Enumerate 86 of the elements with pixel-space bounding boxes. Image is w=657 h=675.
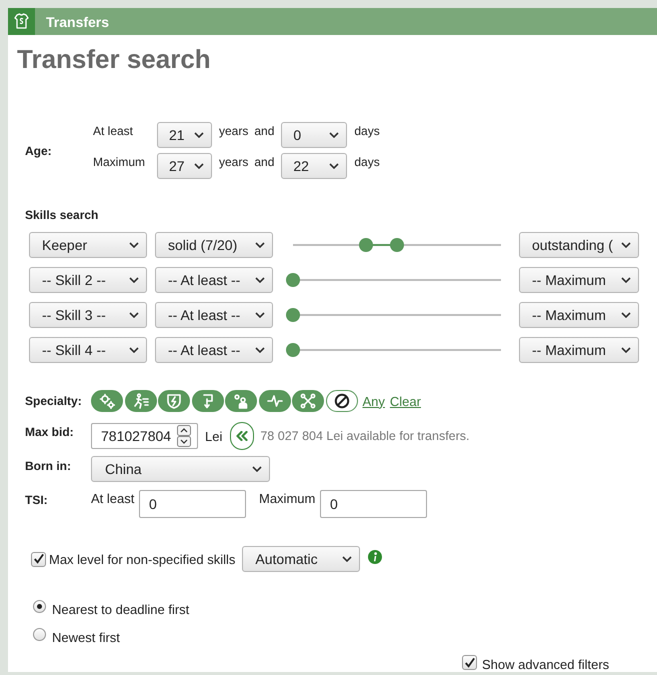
chevron-down-icon	[621, 242, 631, 248]
skills-search-title: Skills search	[24, 208, 100, 222]
max-level-dropdown[interactable]: Automatic	[242, 546, 360, 572]
skill-dropdown[interactable]: -- Skill 4 --	[29, 337, 147, 363]
skill-dropdown[interactable]: Keeper	[29, 232, 147, 258]
ban-icon	[334, 393, 350, 409]
chevron-down-icon	[255, 242, 265, 248]
lightning-shield-icon	[166, 393, 182, 409]
chevron-down-icon	[255, 277, 265, 283]
double-chevron-left-icon	[236, 431, 248, 441]
checkbox[interactable]	[462, 655, 477, 670]
minimum-level-dropdown[interactable]: -- At least --	[155, 267, 273, 293]
info-icon[interactable]	[368, 550, 382, 564]
cogs-icon	[99, 393, 115, 409]
chevron-down-icon	[329, 163, 340, 169]
radio-button[interactable]	[33, 628, 46, 641]
chevron-down-icon	[194, 132, 204, 138]
chevron-down-icon	[621, 347, 631, 353]
max-level-label: Max level for non-specified skills	[49, 552, 236, 566]
chevron-down-icon	[255, 312, 265, 318]
maximum-level-dropdown[interactable]: -- Maximum	[519, 302, 639, 328]
skill-dropdown[interactable]: -- Skill 2 --	[29, 267, 147, 293]
years-dropdown[interactable]: 21	[157, 122, 212, 148]
fill-amount-button[interactable]	[230, 422, 254, 450]
chevron-down-icon	[129, 242, 139, 248]
chevron-down-icon	[129, 277, 139, 283]
age-bound-label: Maximum	[93, 154, 146, 169]
chevron-down-icon	[621, 277, 631, 283]
born-in-label: Born in:	[25, 458, 72, 473]
chevron-down-icon	[129, 347, 139, 353]
age-bound-label: At least	[93, 123, 134, 138]
text-link[interactable]: Clear	[390, 394, 421, 408]
years-label: years	[219, 123, 248, 138]
specialty-button[interactable]	[326, 390, 358, 412]
age-label: Age:	[25, 144, 53, 158]
chevron-down-icon	[129, 312, 139, 318]
maximum-level-dropdown[interactable]: outstanding (	[519, 232, 639, 258]
chevron-down-icon	[255, 347, 265, 353]
available-funds-text: 78 027 804 Lei available for transfers.	[260, 429, 470, 443]
header-title: Transfers	[46, 14, 110, 30]
pulse-icon	[266, 393, 282, 409]
chevron-down-icon	[621, 312, 631, 318]
network-icon	[300, 393, 316, 409]
skill-dropdown[interactable]: -- Skill 3 --	[29, 302, 147, 328]
radio-button[interactable]	[33, 600, 46, 613]
and-label: and	[254, 154, 274, 169]
tsi-minimum-field[interactable]: 0	[139, 490, 246, 518]
sort-option-label: Nearest to deadline first	[52, 601, 190, 617]
ball-and-person-icon	[233, 393, 249, 409]
years-label: years	[219, 154, 248, 169]
days-dropdown[interactable]: 0	[281, 122, 348, 148]
slider-thumb[interactable]	[358, 238, 373, 252]
sort-option-label: Newest first	[52, 629, 120, 645]
slider-thumb[interactable]	[286, 308, 300, 322]
tsi-maximum-field[interactable]: 0	[320, 490, 427, 518]
years-dropdown[interactable]: 27	[157, 153, 212, 179]
tsi-minimum-label: At least	[91, 490, 136, 506]
max-bid-field[interactable]: 781027804	[91, 423, 198, 449]
and-label: and	[254, 123, 274, 138]
days-dropdown[interactable]: 22	[281, 153, 348, 179]
slider-thumb[interactable]	[390, 238, 404, 252]
checkbox[interactable]	[31, 552, 46, 566]
currency-label: Lei	[205, 428, 222, 444]
slider-thumb[interactable]	[286, 343, 300, 357]
advanced-filters-label: Show advanced filters	[482, 656, 610, 672]
minimum-level-dropdown[interactable]: solid (7/20)	[155, 232, 273, 258]
specialty-label: Specialty:	[25, 393, 83, 408]
chevron-down-icon	[329, 132, 340, 138]
minimum-level-dropdown[interactable]: -- At least --	[155, 337, 273, 363]
days-label: days	[354, 154, 380, 169]
country-dropdown[interactable]: China	[91, 456, 270, 482]
max-bid-label: Max bid:	[25, 424, 75, 439]
tsi-label: TSI:	[25, 492, 49, 507]
tsi-maximum-label: Maximum	[259, 490, 316, 506]
stepper-icon[interactable]	[177, 425, 191, 447]
text-link[interactable]: Any	[362, 394, 385, 408]
days-label: days	[354, 123, 380, 138]
page-heading: Transfer search	[17, 44, 212, 74]
running-player-icon	[132, 393, 148, 409]
minimum-level-dropdown[interactable]: -- At least --	[155, 302, 273, 328]
chevron-down-icon	[194, 163, 204, 169]
chevron-down-icon	[252, 466, 262, 472]
maximum-level-dropdown[interactable]: -- Maximum	[519, 267, 639, 293]
slider-thumb[interactable]	[286, 273, 300, 287]
maximum-level-dropdown[interactable]: -- Maximum	[519, 337, 639, 363]
chevron-down-icon	[342, 556, 352, 562]
